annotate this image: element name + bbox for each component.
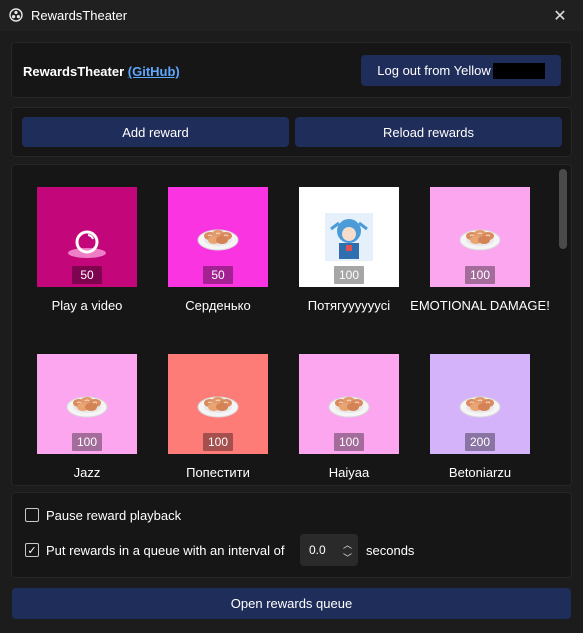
reward-thumbnail: 50 <box>37 187 137 287</box>
reward-name: Betoniarzu <box>448 465 512 480</box>
interval-value: 0.0 <box>309 543 326 557</box>
brand-name: RewardsTheater <box>23 64 125 79</box>
reward-thumbnail: 50 <box>168 187 268 287</box>
options-panel: Pause reward playback ✓ Put rewards in a… <box>11 492 572 578</box>
reward-thumbnail: 100 <box>168 354 268 454</box>
reward-cost: 100 <box>203 433 233 451</box>
queue-checkbox[interactable]: ✓ <box>25 543 39 557</box>
reward-name: Play a video <box>51 298 123 313</box>
pastry-plate-icon <box>459 229 501 251</box>
checkmark-icon: ✓ <box>27 544 37 557</box>
pause-label: Pause reward playback <box>46 508 182 523</box>
reward-cost: 100 <box>465 266 495 284</box>
grid-scrollbar[interactable] <box>559 169 567 249</box>
chevron-down-icon[interactable]: ﹀ <box>343 551 352 564</box>
reward-cost: 100 <box>72 433 102 451</box>
reward-cost: 100 <box>334 433 364 451</box>
reward-thumbnail: 100 <box>37 354 137 454</box>
reward-name: Jazz <box>73 465 101 480</box>
record-icon <box>68 230 106 258</box>
interval-spinbox[interactable]: 0.0 ︿ ﹀ <box>300 534 358 566</box>
pastry-plate-icon <box>197 229 239 251</box>
title-bar: RewardsTheater ✕ <box>0 0 583 31</box>
reward-thumbnail: 100 <box>430 187 530 287</box>
github-link[interactable]: (GitHub) <box>128 64 180 79</box>
reload-rewards-button[interactable]: Reload rewards <box>295 117 562 147</box>
pastry-plate-icon <box>459 396 501 418</box>
actions-panel: Add reward Reload rewards <box>11 107 572 157</box>
pastry-plate-icon <box>66 396 108 418</box>
reward-name: Потягууууууcі <box>307 298 391 313</box>
add-reward-button[interactable]: Add reward <box>22 117 289 147</box>
chevron-up-icon[interactable]: ︿ <box>343 538 352 551</box>
anime-character-image <box>325 213 373 261</box>
pause-checkbox[interactable] <box>25 508 39 522</box>
redacted-username <box>492 62 545 79</box>
reward-thumbnail: 200 <box>430 354 530 454</box>
reward-cost: 50 <box>203 266 233 284</box>
reward-cost: 200 <box>465 433 495 451</box>
reward-cost: 50 <box>72 266 102 284</box>
reward-thumbnail: 100 <box>299 187 399 287</box>
close-icon[interactable]: ✕ <box>537 0 583 31</box>
obs-app-icon <box>9 8 23 22</box>
reward-name: EMOTIONAL DAMAGE! <box>410 298 550 313</box>
pastry-plate-icon <box>328 396 370 418</box>
window-title: RewardsTheater <box>31 8 128 23</box>
logout-button[interactable]: Log out from Yellow <box>361 55 561 86</box>
header-panel: RewardsTheater (GitHub) Log out from Yel… <box>11 42 572 98</box>
open-queue-button[interactable]: Open rewards queue <box>12 588 571 619</box>
reward-name: Попестити <box>186 465 250 480</box>
seconds-label: seconds <box>366 543 415 558</box>
queue-label: Put rewards in a queue with an interval … <box>46 543 285 558</box>
brand: RewardsTheater (GitHub) <box>23 64 180 79</box>
reward-name: Haiyaa <box>328 465 370 480</box>
reward-thumbnail: 100 <box>299 354 399 454</box>
pastry-plate-icon <box>197 396 239 418</box>
reward-cost: 100 <box>334 266 364 284</box>
reward-name: Серденько <box>185 298 251 313</box>
logout-label: Log out from Yellow <box>377 63 491 78</box>
rewards-grid: 50 Play a video 50 Серденько 100 Потягуу… <box>11 164 572 486</box>
